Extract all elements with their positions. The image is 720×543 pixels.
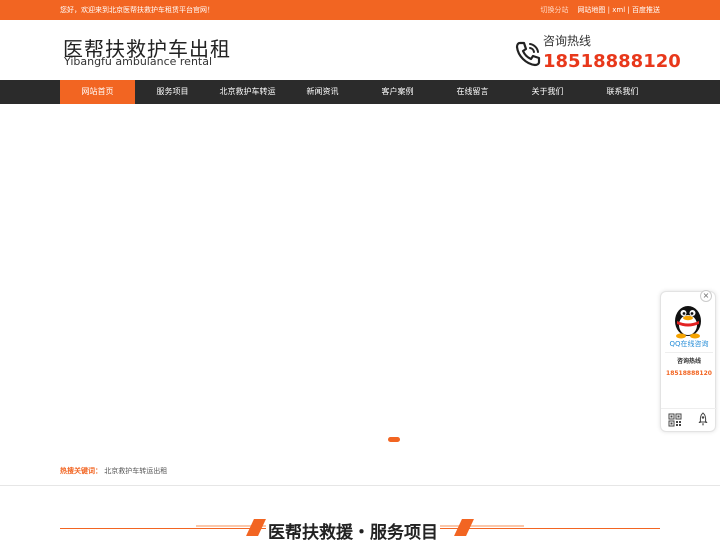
hotline-number[interactable]: 18518888120	[543, 51, 681, 72]
nav-services[interactable]: 服务项目	[135, 80, 210, 104]
nav-contact[interactable]: 联系我们	[585, 80, 660, 104]
banner-slider	[0, 104, 720, 456]
keyword-link[interactable]: 北京救护车转运出租	[104, 467, 167, 475]
main-nav: 网站首页 服务项目 北京救护车转运 新闻资讯 客户案例 在线留言 关于我们 联系…	[0, 80, 720, 104]
nav-home[interactable]: 网站首页	[60, 80, 135, 104]
section-title: 医帮扶救援・服务项目	[266, 518, 440, 543]
divider	[665, 352, 713, 353]
qq-consult-link[interactable]: QQ在线咨询	[661, 339, 717, 349]
nav-about[interactable]: 关于我们	[510, 80, 585, 104]
nav-message[interactable]: 在线留言	[435, 80, 510, 104]
baidu-push-link[interactable]: 百度推送	[632, 6, 660, 14]
hotline-label: 咨询热线	[543, 34, 592, 48]
float-hotline-label: 咨询热线	[676, 358, 701, 365]
nav-cases[interactable]: 客户案例	[360, 80, 435, 104]
switch-site-link[interactable]: 切换分站	[541, 6, 569, 14]
float-hotline-number[interactable]: 18518888120	[661, 370, 717, 377]
float-contact-panel: × QQ在线咨询 咨询热线 18518888120	[660, 290, 717, 432]
separator: |	[607, 6, 611, 14]
header: 医帮扶救护车出租 Yibangfu ambulance rental 咨询热线 …	[0, 20, 720, 80]
phone-icon	[515, 41, 541, 67]
welcome-text: 您好，欢迎来到北京医帮扶救护车租赁平台官网！	[60, 6, 214, 14]
hot-keywords-label: 热搜关键词：	[60, 467, 102, 475]
separator: |	[627, 6, 630, 14]
nav-beijing-transfer[interactable]: 北京救护车转运	[210, 80, 285, 104]
back-to-top-icon[interactable]	[696, 412, 710, 427]
divider	[661, 408, 717, 409]
slider-dot-active[interactable]	[388, 437, 400, 442]
nav-news[interactable]: 新闻资讯	[285, 80, 360, 104]
top-links: 切换分站 网站地图 | xml | 百度推送	[541, 5, 660, 15]
logo-subtitle: Yibangfu ambulance rental	[64, 55, 213, 68]
top-bar: 您好，欢迎来到北京医帮扶救护车租赁平台官网！ 切换分站 网站地图 | xml |…	[0, 0, 720, 20]
xml-link[interactable]: xml	[612, 6, 625, 14]
qrcode-icon[interactable]	[668, 413, 682, 427]
sitemap-link[interactable]: 网站地图	[577, 6, 605, 14]
hot-keywords: 热搜关键词： 北京救护车转运出租	[60, 466, 167, 476]
qq-penguin-icon[interactable]	[670, 299, 706, 339]
divider	[0, 485, 720, 486]
